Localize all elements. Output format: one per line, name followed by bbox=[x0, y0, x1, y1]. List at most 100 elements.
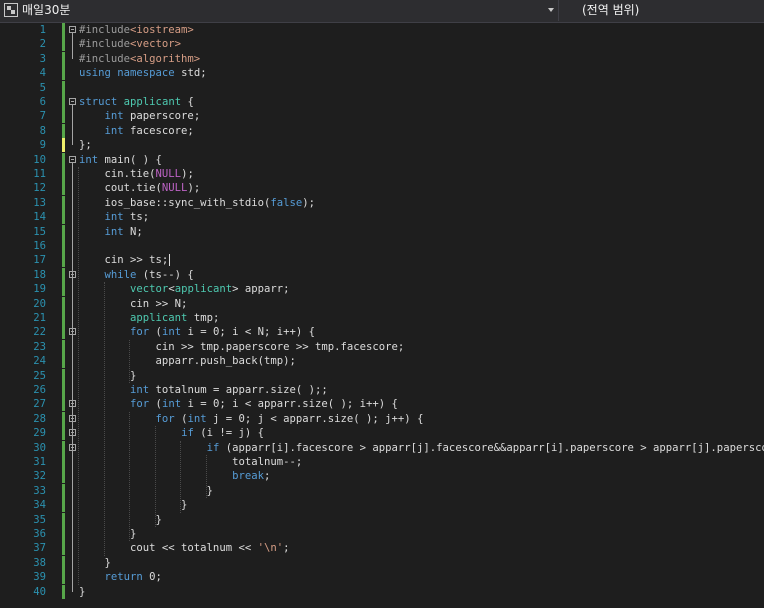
code-text: for (int i = 0; i < apparr.size( ); i++)… bbox=[79, 397, 398, 411]
code-line[interactable]: 18 while (ts--) { bbox=[0, 267, 764, 282]
code-token: '\n' bbox=[257, 542, 284, 555]
code-token: for bbox=[130, 326, 150, 339]
change-marker bbox=[62, 483, 65, 498]
code-line[interactable]: 15 int N; bbox=[0, 224, 764, 239]
code-token: i = 0; i < apparr.size( ); i++) { bbox=[181, 398, 398, 411]
collapse-icon[interactable] bbox=[69, 155, 76, 163]
code-line[interactable]: 20 cin >> N; bbox=[0, 296, 764, 311]
code-line[interactable]: 26 int totalnum = apparr.size( );; bbox=[0, 383, 764, 397]
project-dropdown[interactable]: 매일30분 bbox=[0, 0, 559, 21]
code-line[interactable]: 35 } bbox=[0, 512, 764, 527]
code-line[interactable]: 7 int paperscore; bbox=[0, 109, 764, 124]
code-line[interactable]: 39 return 0; bbox=[0, 570, 764, 585]
code-text: cout.tie(NULL); bbox=[79, 181, 201, 195]
code-token: ; bbox=[283, 542, 290, 555]
code-line[interactable]: 14 int ts; bbox=[0, 210, 764, 225]
change-marker bbox=[62, 195, 65, 210]
collapse-icon[interactable] bbox=[69, 98, 76, 105]
code-line[interactable]: 33 } bbox=[0, 483, 764, 498]
code-token: } bbox=[79, 484, 213, 497]
code-line[interactable]: 2 #include<vector> bbox=[0, 37, 764, 52]
line-number: 25 bbox=[33, 369, 46, 382]
code-line[interactable]: 27 for (int i = 0; i < apparr.size( ); i… bbox=[0, 397, 764, 412]
line-number: 39 bbox=[33, 571, 46, 584]
code-line[interactable]: 3 #include<algorithm> bbox=[0, 51, 764, 66]
code-line[interactable]: 17 cin >> ts; bbox=[0, 253, 764, 268]
line-number: 40 bbox=[33, 585, 46, 598]
code-line[interactable]: 11 cin.tie(NULL); bbox=[0, 167, 764, 181]
code-line[interactable]: 9}; bbox=[0, 138, 764, 153]
line-number: 11 bbox=[33, 168, 46, 180]
line-number: 36 bbox=[33, 528, 46, 540]
code-editor[interactable]: 1 #include<iostream> 2 #include<vector> 3 #in… bbox=[0, 23, 764, 608]
code-line[interactable]: 37 cout << totalnum << '\n'; bbox=[0, 541, 764, 556]
code-token: for bbox=[155, 412, 175, 425]
code-token: ts; bbox=[123, 211, 150, 224]
code-token: (i != j) { bbox=[193, 427, 264, 440]
code-token: 0; bbox=[142, 571, 162, 584]
line-number: 29 bbox=[33, 427, 46, 440]
code-line[interactable]: 29 if (i != j) { bbox=[0, 426, 764, 441]
code-line[interactable]: 12 cout.tie(NULL); bbox=[0, 181, 764, 196]
code-line[interactable]: 22 for (int i = 0; i < N; i++) { bbox=[0, 325, 764, 340]
change-marker bbox=[62, 152, 65, 167]
code-token: ios_base::sync_with_stdio( bbox=[79, 196, 271, 209]
code-text: } bbox=[79, 527, 136, 541]
code-line[interactable]: 19 vector<applicant> apparr; bbox=[0, 282, 764, 297]
code-text: int facescore; bbox=[79, 124, 194, 138]
change-marker bbox=[62, 66, 65, 81]
change-marker bbox=[62, 80, 65, 95]
code-token: NULL bbox=[155, 168, 182, 180]
line-number: 22 bbox=[33, 326, 46, 339]
indent-guide bbox=[180, 440, 182, 513]
code-token: if bbox=[206, 441, 220, 454]
code-line[interactable]: 32 break; bbox=[0, 469, 764, 484]
line-number: 34 bbox=[33, 499, 46, 512]
line-number: 5 bbox=[39, 81, 46, 94]
scope-label: (전역 범위) bbox=[582, 3, 640, 17]
code-line[interactable]: 34 } bbox=[0, 498, 764, 513]
code-line[interactable]: 38 } bbox=[0, 555, 764, 570]
project-icon bbox=[4, 3, 18, 17]
code-line[interactable]: 8 int facescore; bbox=[0, 123, 764, 138]
line-number: 17 bbox=[33, 254, 46, 267]
code-line[interactable]: 23 cin >> tmp.paperscore >> tmp.facescor… bbox=[0, 339, 764, 354]
change-marker bbox=[62, 426, 65, 441]
code-line[interactable]: 4 using namespace std; bbox=[0, 66, 764, 81]
code-line[interactable]: 24 apparr.push_back(tmp); bbox=[0, 354, 764, 369]
code-line[interactable]: 28 for (int j = 0; j < apparr.size( ); j… bbox=[0, 411, 764, 426]
code-line[interactable]: 30 if (apparr[i].facescore > apparr[j].f… bbox=[0, 440, 764, 455]
code-line[interactable]: 10 int main( ) { bbox=[0, 152, 764, 167]
code-line[interactable]: 1 #include<iostream> bbox=[0, 23, 764, 37]
code-line[interactable]: 13 ios_base::sync_with_stdio(false); bbox=[0, 195, 764, 210]
code-token: totalnum = apparr.size( );; bbox=[149, 384, 328, 396]
code-token: cout.tie( bbox=[79, 182, 162, 195]
code-line[interactable]: 6 struct applicant { bbox=[0, 95, 764, 109]
scope-dropdown[interactable]: (전역 범위) bbox=[560, 0, 764, 21]
code-line[interactable]: 40} bbox=[0, 584, 764, 599]
code-token: ; bbox=[263, 470, 271, 483]
code-line[interactable]: 36 } bbox=[0, 527, 764, 541]
code-text: #include<algorithm> bbox=[79, 52, 200, 66]
code-line[interactable]: 31 totalnum--; bbox=[0, 455, 764, 469]
code-line[interactable]: 5 bbox=[0, 80, 764, 95]
collapse-icon[interactable] bbox=[69, 26, 76, 33]
change-marker bbox=[62, 498, 65, 513]
code-line[interactable]: 25 } bbox=[0, 368, 764, 383]
code-text: }; bbox=[79, 138, 92, 152]
code-line[interactable]: 16 bbox=[0, 239, 764, 253]
code-token: applicant bbox=[123, 96, 182, 108]
fold-range-line bbox=[72, 335, 73, 376]
code-token: int bbox=[130, 384, 150, 396]
change-marker bbox=[62, 109, 65, 124]
code-token: cout << totalnum << bbox=[79, 542, 258, 555]
line-number: 18 bbox=[33, 268, 46, 281]
code-token: main( ) { bbox=[98, 153, 162, 166]
code-line[interactable]: 21 applicant tmp; bbox=[0, 311, 764, 325]
fold-range-line bbox=[72, 450, 73, 491]
code-token: false bbox=[270, 196, 303, 209]
change-marker bbox=[62, 138, 65, 153]
code-token: } bbox=[79, 499, 188, 512]
